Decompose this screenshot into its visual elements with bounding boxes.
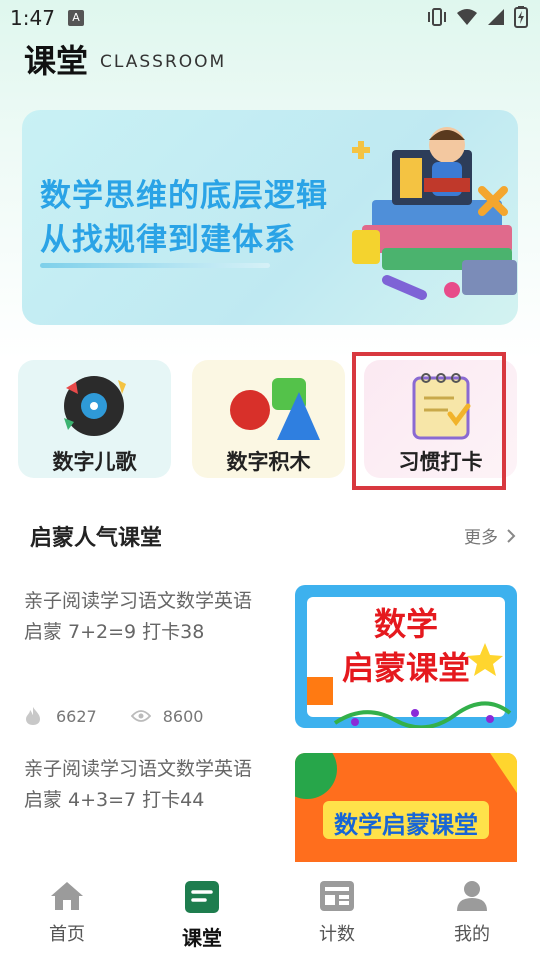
thumbnail-title-1: 数学 — [373, 605, 438, 643]
course-thumbnail: 数学启蒙课堂 — [295, 753, 517, 863]
page-title: 课堂 — [24, 42, 89, 80]
eye-icon — [130, 710, 151, 722]
more-link[interactable]: 更多 — [464, 523, 516, 548]
nav-label: 计数 — [319, 924, 355, 945]
banner-indicator — [40, 263, 270, 268]
nav-label: 首页 — [49, 924, 85, 945]
geometric-blocks-icon — [230, 378, 320, 440]
highlight-box — [352, 352, 506, 490]
music-record-icon — [64, 376, 126, 436]
category-card-number-blocks[interactable]: 数字积木 — [192, 360, 345, 478]
likes-count: 6627 — [56, 706, 97, 726]
nav-label: 我的 — [454, 924, 490, 945]
classroom-book-icon — [185, 881, 219, 913]
course-title: 亲子阅读学习语文数学英语启蒙 4+3=7 打卡44 — [24, 758, 253, 811]
promo-banner[interactable]: 数学思维的底层逻辑 从找规律到建体系 — [22, 110, 518, 325]
course-stats: 6627 8600 — [24, 706, 203, 726]
status-icons — [426, 6, 528, 28]
thumbnail-title-2: 启蒙课堂 — [341, 649, 470, 687]
vibrate-icon — [428, 8, 446, 26]
category-label: 数字积木 — [226, 450, 311, 474]
section-title: 启蒙人气课堂 — [30, 526, 163, 551]
banner-headline: 数学思维的底层逻辑 — [40, 178, 328, 214]
nav-label: 课堂 — [182, 926, 222, 950]
home-icon — [51, 882, 83, 910]
category-card-number-songs[interactable]: 数字儿歌 — [18, 360, 171, 478]
course-thumbnail: 数学 启蒙课堂 — [295, 585, 517, 728]
nav-classroom[interactable]: 课堂 — [152, 880, 252, 951]
nav-counter[interactable]: 计数 — [287, 880, 387, 946]
nav-profile[interactable]: 我的 — [422, 880, 522, 946]
status-time: 1:47 — [10, 6, 55, 30]
nav-home[interactable]: 首页 — [17, 880, 117, 946]
user-icon — [457, 881, 487, 911]
battery-icon — [514, 6, 528, 28]
page-subtitle: CLASSROOM — [100, 52, 227, 72]
status-bar: 1:47 A — [0, 0, 540, 36]
reading-boy-illustration-icon — [352, 127, 517, 300]
chevron-right-icon — [507, 528, 516, 543]
course-item[interactable]: 亲子阅读学习语文数学英语启蒙 4+3=7 打卡44 数学启蒙课堂 — [0, 748, 540, 863]
counter-board-icon — [320, 881, 354, 911]
course-item[interactable]: 亲子阅读学习语文数学英语启蒙 7+2=9 打卡38 6627 8600 数学 启… — [0, 580, 540, 730]
course-title: 亲子阅读学习语文数学英语启蒙 7+2=9 打卡38 — [24, 590, 253, 643]
wifi-icon — [457, 9, 477, 25]
more-label: 更多 — [464, 528, 498, 548]
banner-subheadline: 从找规律到建体系 — [40, 222, 296, 258]
bottom-nav: 首页 课堂 计数 我的 — [0, 862, 540, 960]
signal-icon — [488, 9, 504, 25]
notification-icon: A — [68, 10, 84, 26]
fire-icon — [26, 707, 40, 725]
views-count: 8600 — [162, 706, 204, 726]
thumbnail-title: 数学启蒙课堂 — [334, 811, 478, 839]
category-label: 数字儿歌 — [52, 450, 137, 474]
